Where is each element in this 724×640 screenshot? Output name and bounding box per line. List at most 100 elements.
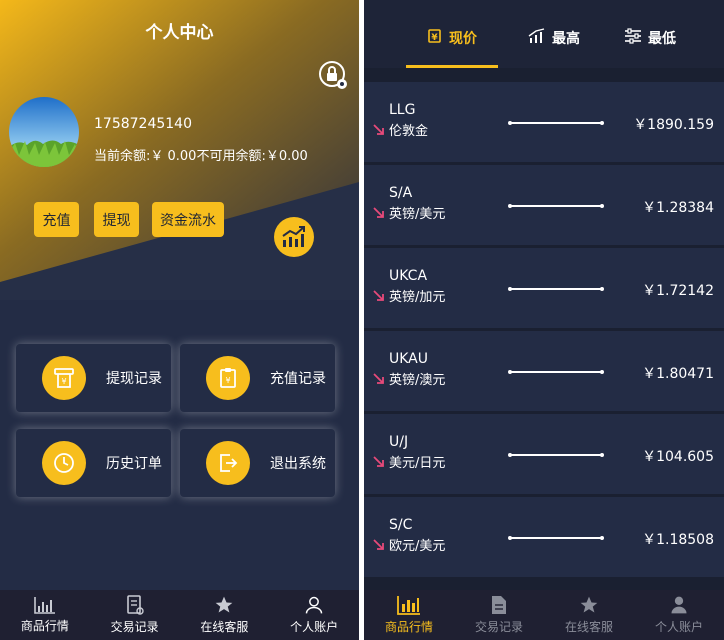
sort-tab-highest[interactable]: 最高: [514, 28, 594, 68]
tab-trade-records[interactable]: 交易记录: [454, 590, 544, 640]
sliders-icon: [625, 28, 641, 44]
user-icon: [671, 596, 687, 614]
quote-code: U/J: [389, 434, 409, 450]
personal-center-screen: 个人中心 17587245140 当前余额:￥ 0.00不可用余额:￥0.00 …: [0, 0, 359, 640]
lock-settings-icon[interactable]: [318, 60, 350, 92]
quote-price: ￥1.80471: [642, 366, 714, 382]
quote-code: S/A: [389, 185, 413, 201]
tab-online-service[interactable]: 在线客服: [544, 590, 634, 640]
quote-row[interactable]: LLG 伦敦金 ￥1890.159: [364, 82, 724, 162]
sparkline: [508, 121, 604, 125]
tab-online-service[interactable]: 在线客服: [180, 590, 270, 640]
tab-market[interactable]: 商品行情: [364, 590, 454, 640]
quote-row[interactable]: UKCA 英镑/加元 ￥1.72142: [364, 248, 724, 328]
quote-price: ￥1890.159: [633, 117, 714, 133]
tab-label: 交易记录: [474, 620, 523, 634]
card-label: 提现记录: [106, 371, 162, 387]
user-phone: 17587245140: [94, 116, 192, 132]
sort-tab-bar: ¥ 现价 最高 最低: [364, 0, 724, 68]
sort-tab-label: 现价: [449, 31, 477, 47]
quote-name: 英镑/美元: [389, 207, 446, 222]
logout-card[interactable]: 退出系统: [180, 429, 335, 497]
screenshot-root: 个人中心 17587245140 当前余额:￥ 0.00不可用余额:￥0.00 …: [0, 0, 724, 640]
quote-name: 欧元/美元: [389, 539, 446, 554]
tab-label: 商品行情: [20, 619, 69, 633]
withdraw-receipt-icon: ¥: [42, 356, 86, 400]
clock-icon: [42, 441, 86, 485]
sparkline: [508, 204, 604, 208]
chart-icon: [397, 596, 420, 615]
tab-personal-account[interactable]: 个人账户: [634, 590, 724, 640]
tab-label: 交易记录: [110, 620, 159, 634]
down-arrow-icon: [373, 373, 384, 384]
quote-row[interactable]: U/J 美元/日元 ￥104.605: [364, 414, 724, 494]
document-icon: [126, 595, 144, 615]
document-icon: [492, 596, 506, 614]
sparkline: [508, 370, 604, 374]
down-arrow-icon: [373, 124, 384, 135]
fund-flow-button[interactable]: 资金流水: [152, 202, 224, 237]
trending-chart-icon: [282, 226, 305, 247]
card-label: 充值记录: [270, 371, 326, 387]
sort-tab-current-price[interactable]: ¥ 现价: [406, 28, 498, 68]
trend-button[interactable]: [274, 217, 314, 257]
svg-text:¥: ¥: [225, 376, 230, 385]
logout-icon: [206, 441, 250, 485]
sort-tab-label: 最低: [648, 31, 676, 47]
svg-text:¥: ¥: [431, 33, 438, 43]
price-tag-icon: ¥: [428, 29, 441, 43]
bottom-tab-bar: 商品行情 交易记录 在线客服 个人账户: [364, 590, 724, 640]
star-icon: [580, 596, 598, 613]
card-label: 历史订单: [106, 456, 162, 472]
down-arrow-icon: [373, 207, 384, 218]
market-quotes-screen: ¥ 现价 最高 最低 LLG 伦敦金 ￥1890.159 S/A 英镑/美元 ￥…: [364, 0, 724, 640]
tab-label: 个人账户: [654, 620, 703, 634]
quote-list: LLG 伦敦金 ￥1890.159 S/A 英镑/美元 ￥1.28384 UKC…: [364, 82, 724, 580]
avatar[interactable]: [9, 97, 79, 167]
tab-trade-records[interactable]: 交易记录: [90, 590, 180, 640]
recharge-button[interactable]: 充值: [34, 202, 79, 237]
quote-name: 伦敦金: [389, 124, 429, 139]
sort-tab-lowest[interactable]: 最低: [610, 28, 690, 68]
quote-code: S/C: [389, 517, 413, 533]
order-history-card[interactable]: 历史订单: [16, 429, 171, 497]
tab-label: 商品行情: [384, 620, 433, 634]
quote-name: 美元/日元: [389, 456, 446, 471]
quote-price: ￥1.72142: [642, 283, 714, 299]
sort-tab-label: 最高: [552, 31, 580, 47]
withdraw-records-card[interactable]: ¥ 提现记录: [16, 344, 171, 412]
quote-code: UKCA: [389, 268, 428, 284]
quote-code: UKAU: [389, 351, 429, 367]
tab-market[interactable]: 商品行情: [0, 590, 90, 640]
sparkline: [508, 536, 604, 540]
quote-row[interactable]: S/A 英镑/美元 ￥1.28384: [364, 165, 724, 245]
star-icon: [216, 596, 233, 613]
tab-personal-account[interactable]: 个人账户: [269, 590, 359, 640]
withdraw-button[interactable]: 提现: [94, 202, 139, 237]
down-arrow-icon: [373, 539, 384, 550]
quote-price: ￥1.28384: [642, 200, 714, 216]
quote-price: ￥104.605: [642, 449, 714, 465]
balance-summary: 当前余额:￥ 0.00不可用余额:￥0.00: [94, 149, 308, 164]
chart-icon: [34, 597, 55, 614]
tab-label: 个人账户: [290, 620, 339, 634]
card-label: 退出系统: [270, 456, 326, 472]
quote-row[interactable]: UKAU 英镑/澳元 ￥1.80471: [364, 331, 724, 411]
quote-row[interactable]: S/C 欧元/美元 ￥1.18508: [364, 497, 724, 577]
bar-chart-icon: [528, 28, 545, 43]
recharge-records-card[interactable]: ¥ 充值记录: [180, 344, 335, 412]
sparkline: [508, 287, 604, 291]
user-icon: [305, 596, 323, 614]
tab-label: 在线客服: [200, 620, 249, 634]
clipboard-icon: ¥: [206, 356, 250, 400]
page-title: 个人中心: [145, 23, 214, 43]
quote-name: 英镑/加元: [389, 290, 446, 305]
svg-text:¥: ¥: [61, 377, 66, 386]
down-arrow-icon: [373, 290, 384, 301]
sparkline: [508, 453, 604, 457]
tab-label: 在线客服: [564, 620, 613, 634]
quote-code: LLG: [389, 102, 416, 118]
quote-name: 英镑/澳元: [389, 373, 446, 388]
bottom-tab-bar: 商品行情 交易记录 在线客服 个人账户: [0, 590, 359, 640]
down-arrow-icon: [373, 456, 384, 467]
